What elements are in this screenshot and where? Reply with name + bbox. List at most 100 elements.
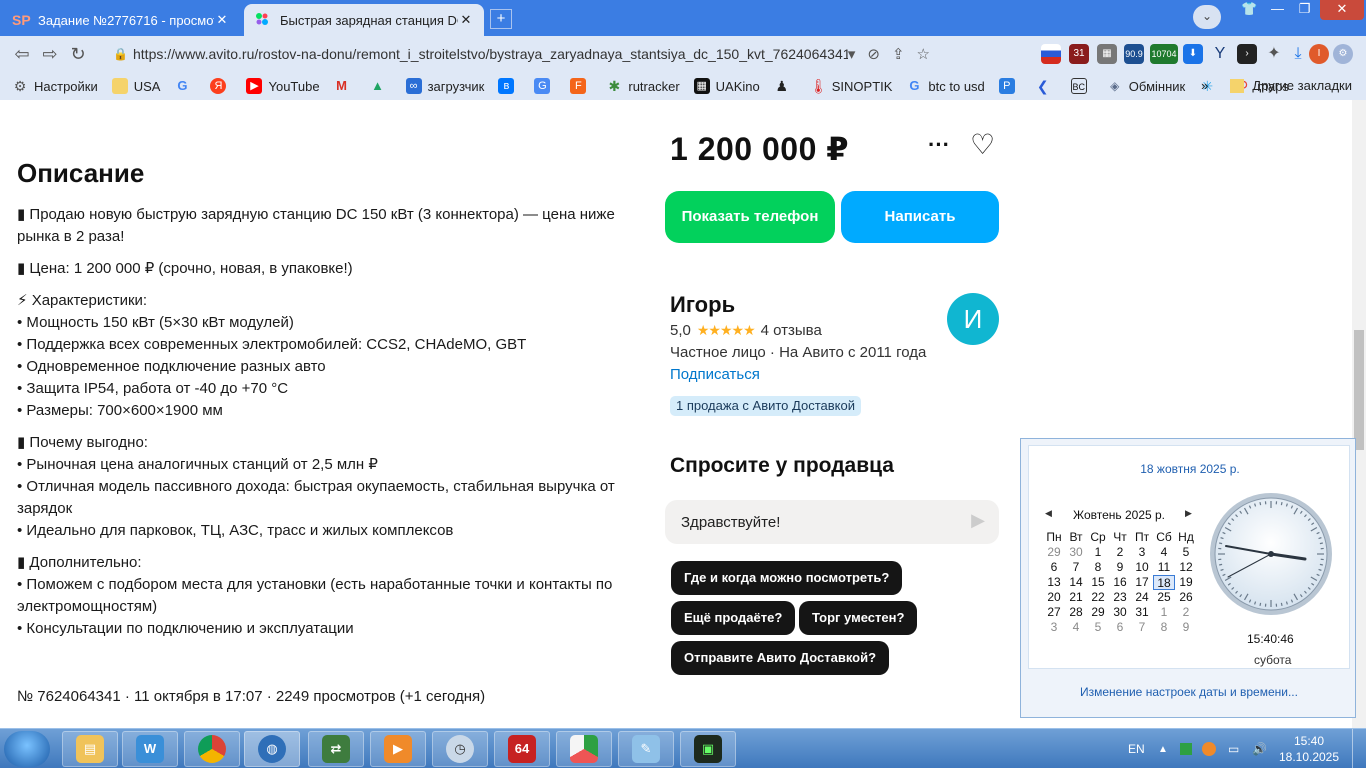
calendar-day[interactable]: 31	[1131, 605, 1153, 620]
bookmark-exchange[interactable]: ◈ Обмінник	[1107, 78, 1185, 94]
calendar-day[interactable]: 8	[1087, 560, 1109, 575]
calendar-day[interactable]: 21	[1065, 590, 1087, 605]
show-phone-button[interactable]: Показать телефон	[665, 191, 835, 243]
bookmarks-more-button[interactable]: »	[1201, 78, 1208, 93]
bookmark-settings[interactable]: ⚙ Настройки	[12, 78, 98, 94]
bookmark-p[interactable]: P	[998, 78, 1021, 94]
meter-ext-icon[interactable]: 90.9	[1124, 44, 1144, 64]
calendar-day[interactable]: 5	[1087, 620, 1109, 635]
calendar-day[interactable]: 24	[1131, 590, 1153, 605]
bookmark-f[interactable]: F	[570, 78, 592, 94]
calendar-day[interactable]: 4	[1153, 545, 1175, 560]
calendar-day[interactable]: 15	[1087, 575, 1109, 590]
bookmark-vk[interactable]: в	[498, 78, 520, 94]
next-month-icon[interactable]: ▶	[1185, 508, 1192, 519]
taskbar-network[interactable]: ◍	[244, 731, 300, 767]
show-desktop-button[interactable]	[1352, 729, 1366, 768]
close-window-button[interactable]: ✕	[1320, 0, 1364, 20]
url-text[interactable]: https://www.avito.ru/rostov-na-donu/remo…	[133, 46, 848, 62]
bookmark-yandex[interactable]: Я	[210, 78, 232, 94]
tshirt-icon[interactable]: 👕	[1236, 0, 1263, 20]
taskbar-clock-display[interactable]: 15:40 18.10.2025	[1276, 733, 1342, 765]
extensions-puzzle-icon[interactable]: ✦	[1264, 44, 1284, 64]
clock-date[interactable]: 18.10.2025	[1276, 749, 1342, 765]
briefcase-icon[interactable]: ▦	[1097, 44, 1117, 64]
taskbar-monitor[interactable]: ▣	[680, 731, 736, 767]
calendar-day[interactable]: 27	[1043, 605, 1065, 620]
taskbar-app[interactable]: ⇄	[308, 731, 364, 767]
quick-question-chip[interactable]: Где и когда можно посмотреть?	[671, 561, 903, 595]
message-text[interactable]: Здравствуйте!	[681, 514, 780, 531]
y-ext-icon[interactable]: Y	[1210, 44, 1230, 64]
calendar-day[interactable]: 30	[1065, 545, 1087, 560]
back-button[interactable]: ⇦	[8, 40, 36, 68]
bookmark-bc[interactable]: BC	[1070, 78, 1093, 94]
calendar-day[interactable]: 26	[1175, 590, 1197, 605]
taskbar-chart[interactable]	[556, 731, 612, 767]
message-input[interactable]: Здравствуйте! ▶	[665, 500, 999, 544]
reviews-link[interactable]: 4 отзыва	[761, 322, 822, 339]
calendar-day[interactable]: 3	[1131, 545, 1153, 560]
forward-button[interactable]: ⇨	[36, 40, 64, 68]
bookmark-uakino[interactable]: ▦ UAKino	[693, 78, 760, 94]
calendar-day[interactable]: 1	[1087, 545, 1109, 560]
calendar-day[interactable]: 14	[1065, 575, 1087, 590]
language-indicator[interactable]: EN	[1128, 729, 1145, 768]
flag-ru-icon[interactable]	[1041, 44, 1061, 64]
prev-month-icon[interactable]: ◀	[1045, 508, 1052, 519]
bookmark-drive[interactable]: ▲	[370, 78, 392, 94]
maximize-button[interactable]: ❐	[1291, 0, 1318, 20]
bookmark-btc[interactable]: Gbtc to usd	[906, 78, 984, 94]
calendar-ext-icon[interactable]: 31	[1069, 44, 1089, 64]
taskbar-notepad[interactable]: ✎	[618, 731, 674, 767]
calendar-day[interactable]: 1	[1153, 605, 1175, 620]
scrollbar-thumb[interactable]	[1354, 330, 1364, 450]
bookmark-star-icon[interactable]: ☆	[917, 45, 930, 63]
downloads-icon[interactable]: ⤓	[1288, 44, 1308, 64]
bookmark-translate[interactable]: G	[534, 78, 556, 94]
bookmark-sinoptik[interactable]: 🌡 SINOPTIK	[810, 78, 893, 94]
calendar-day[interactable]: 16	[1109, 575, 1131, 590]
calendar-day[interactable]: 7	[1065, 560, 1087, 575]
calendar-day[interactable]: 23	[1109, 590, 1131, 605]
more-options-icon[interactable]: ···	[928, 132, 950, 158]
bookmark-gmail[interactable]: M	[334, 78, 356, 94]
bookmark-google[interactable]: G	[174, 78, 196, 94]
tray-expand-icon[interactable]: ▲	[1158, 729, 1168, 768]
quick-question-chip[interactable]: Отправите Авито Доставкой?	[671, 641, 890, 675]
calendar-day[interactable]: 20	[1043, 590, 1065, 605]
bookmark-arrow[interactable]: ❮	[1035, 78, 1057, 94]
calendar-day[interactable]: 7	[1131, 620, 1153, 635]
calendar-day[interactable]: 11	[1153, 560, 1175, 575]
bookmark-youtube[interactable]: ▶ YouTube	[246, 78, 320, 94]
calendar-day[interactable]: 25	[1153, 590, 1175, 605]
calendar-day[interactable]: 29	[1087, 605, 1109, 620]
calendar-day[interactable]: 5	[1175, 545, 1197, 560]
bookmark-pawn[interactable]: ♟	[774, 78, 796, 94]
chevron-down-icon[interactable]: ⌄	[1193, 5, 1221, 29]
taskbar-player[interactable]: ▶	[370, 731, 426, 767]
close-icon[interactable]: ✕	[214, 12, 230, 28]
taskbar-clock[interactable]: ◷	[432, 731, 488, 767]
tab-avito[interactable]: Быстрая зарядная станция DC 15 ✕	[244, 4, 484, 36]
calendar-day[interactable]: 17	[1131, 575, 1153, 590]
start-button[interactable]	[4, 731, 50, 767]
calendar-day[interactable]: 22	[1087, 590, 1109, 605]
calendar-day[interactable]: 6	[1043, 560, 1065, 575]
address-bar[interactable]: 🔒 https://www.avito.ru/rostov-na-donu/re…	[105, 40, 940, 68]
calendar-day[interactable]: 30	[1109, 605, 1131, 620]
calendar-day[interactable]: 2	[1175, 605, 1197, 620]
calendar-day[interactable]: 18	[1153, 575, 1175, 590]
minimize-button[interactable]: —	[1264, 0, 1291, 20]
tray-battery-icon[interactable]	[1180, 729, 1192, 768]
favorite-heart-icon[interactable]: ♡	[970, 128, 995, 161]
volume-icon[interactable]: 🔊	[1252, 729, 1267, 768]
bookmark-rutracker[interactable]: ✱ rutracker	[606, 78, 679, 94]
calendar-day[interactable]: 29	[1043, 545, 1065, 560]
calendar-day[interactable]: 19	[1175, 575, 1197, 590]
profile-avatar[interactable]: I	[1309, 44, 1329, 64]
calendar-day[interactable]: 10	[1131, 560, 1153, 575]
write-message-button[interactable]: Написать	[841, 191, 999, 243]
close-icon[interactable]: ✕	[458, 12, 474, 28]
other-bookmarks[interactable]: Другие закладки	[1252, 78, 1352, 93]
